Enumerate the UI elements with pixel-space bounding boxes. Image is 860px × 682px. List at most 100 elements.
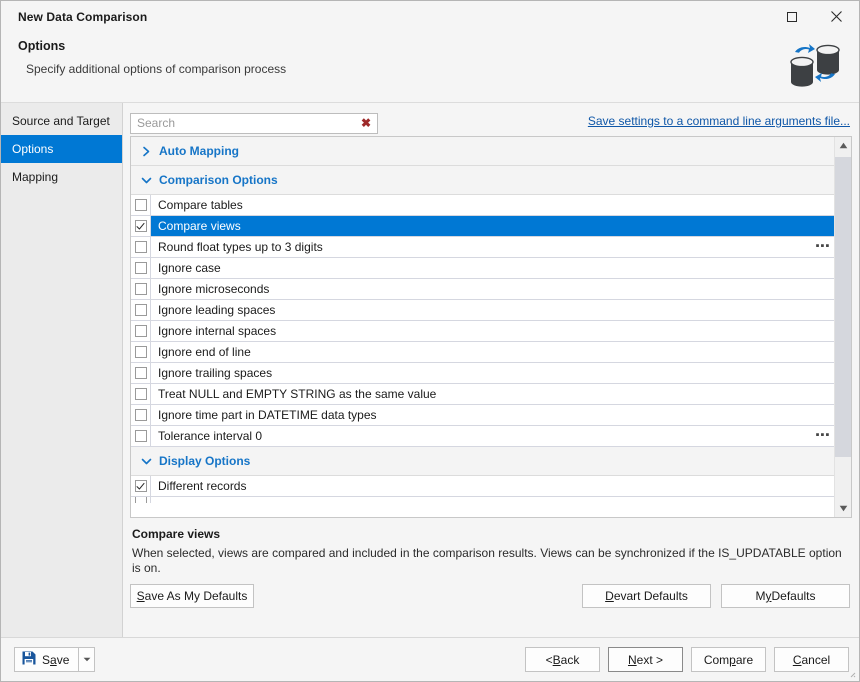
sidebar-item-source-and-target[interactable]: Source and Target <box>1 107 122 135</box>
resize-grip-icon[interactable] <box>846 668 856 678</box>
option-row-partially-visible[interactable] <box>131 497 834 503</box>
chevron-down-icon <box>139 173 153 187</box>
checkbox-compare-views[interactable] <box>134 220 147 232</box>
checkbox-ignore-case[interactable] <box>134 262 147 274</box>
save-as-my-defaults-button[interactable]: Save As My Defaults <box>130 584 254 608</box>
checkbox-partially-visible[interactable] <box>134 497 147 503</box>
floppy-disk-icon <box>22 651 36 668</box>
btn-text-post: ancel <box>801 652 831 667</box>
page-subtitle: Specify additional options of comparison… <box>26 62 287 76</box>
check-icon <box>136 222 145 229</box>
checkbox-ignore-microseconds[interactable] <box>134 283 147 295</box>
option-label: Ignore microseconds <box>158 282 270 296</box>
checkbox-cell <box>131 426 151 446</box>
wizard-nav-buttons: < Back Next > Com p are Cancel <box>525 647 849 672</box>
option-row-treat-null-and-empty-string[interactable]: Treat NULL and EMPTY STRING as the same … <box>131 384 834 405</box>
group-header-comparison-options[interactable]: Comparison Options <box>131 166 834 195</box>
save-button-label: Save <box>42 653 69 667</box>
options-list-scrollbar[interactable] <box>834 137 851 517</box>
group-header-auto-mapping[interactable]: Auto Mapping <box>131 137 834 166</box>
clear-search-icon[interactable]: ✖ <box>359 116 373 131</box>
ellipsis-button-tolerance-interval[interactable]: ▪▪▪ <box>812 426 834 446</box>
save-command-line-args-link[interactable]: Save settings to a command line argument… <box>588 114 850 128</box>
btn-accel: N <box>627 652 637 667</box>
option-row-ignore-microseconds[interactable]: Ignore microseconds <box>131 279 834 300</box>
btn-accel: C <box>792 652 802 667</box>
option-row-ignore-end-of-line[interactable]: Ignore end of line <box>131 342 834 363</box>
btn-text-post: are <box>735 652 754 667</box>
option-row-ignore-case[interactable]: Ignore case <box>131 258 834 279</box>
checkbox-ignore-end-of-line[interactable] <box>134 346 147 358</box>
next-button[interactable]: Next > <box>608 647 683 672</box>
option-row-ignore-leading-spaces[interactable]: Ignore leading spaces <box>131 300 834 321</box>
option-label: Ignore end of line <box>158 345 251 359</box>
option-row-ignore-time-part[interactable]: Ignore time part in DATETIME data types <box>131 405 834 426</box>
option-row-ignore-trailing-spaces[interactable]: Ignore trailing spaces <box>131 363 834 384</box>
btn-text-post: ave As My Defaults <box>144 589 248 603</box>
btn-text-post: ack <box>560 652 580 667</box>
btn-text-post: evart Defaults <box>613 589 688 603</box>
btn-text-pre: M <box>755 589 766 603</box>
group-label-comparison-options: Comparison Options <box>159 173 278 187</box>
scroll-up-icon[interactable] <box>835 137 851 154</box>
compare-button[interactable]: Com p are <box>691 647 766 672</box>
btn-accel: B <box>552 652 561 667</box>
maximize-icon[interactable] <box>769 1 814 32</box>
btn-accel: D <box>605 589 614 603</box>
devart-defaults-button[interactable]: Devart Defaults <box>582 584 711 608</box>
checkbox-ignore-internal-spaces[interactable] <box>134 325 147 337</box>
checkbox-ignore-time-part[interactable] <box>134 409 147 421</box>
btn-text-post: ve <box>56 652 70 667</box>
chevron-down-icon <box>139 454 153 468</box>
save-dropdown-button[interactable] <box>78 647 96 672</box>
option-row-round-float-types[interactable]: Round float types up to 3 digits ▪▪▪ <box>131 237 834 258</box>
my-defaults-button[interactable]: My Defaults <box>721 584 850 608</box>
checkbox-cell <box>131 405 151 425</box>
checkbox-round-float-types[interactable] <box>134 241 147 253</box>
sidebar-item-mapping[interactable]: Mapping <box>1 163 122 191</box>
option-row-compare-tables[interactable]: Compare tables <box>131 195 834 216</box>
checkbox-cell <box>131 237 151 257</box>
btn-text-pre: < <box>545 652 553 667</box>
checkbox-tolerance-interval[interactable] <box>134 430 147 442</box>
chevron-right-icon <box>139 144 153 158</box>
search-input[interactable] <box>131 114 377 132</box>
checkbox-compare-tables[interactable] <box>134 199 147 211</box>
checkbox-cell <box>131 300 151 320</box>
option-label: Ignore leading spaces <box>158 303 276 317</box>
checkbox-cell <box>131 195 151 215</box>
option-row-tolerance-interval[interactable]: Tolerance interval 0 ▪▪▪ <box>131 426 834 447</box>
save-button[interactable]: Save <box>14 647 79 672</box>
checkbox-cell <box>131 363 151 383</box>
title-bar: New Data Comparison <box>1 1 859 32</box>
checkbox-different-records[interactable] <box>134 480 147 492</box>
check-icon <box>136 482 145 489</box>
wizard-sidebar: Source and Target Options Mapping <box>1 103 123 637</box>
checkbox-ignore-leading-spaces[interactable] <box>134 304 147 316</box>
scrollbar-thumb[interactable] <box>835 157 851 457</box>
option-row-ignore-internal-spaces[interactable]: Ignore internal spaces <box>131 321 834 342</box>
option-label: Ignore internal spaces <box>158 324 277 338</box>
back-button[interactable]: < Back <box>525 647 600 672</box>
group-header-display-options[interactable]: Display Options <box>131 447 834 476</box>
description-title: Compare views <box>132 527 221 541</box>
checkbox-cell <box>131 476 151 496</box>
scrollbar-track[interactable] <box>835 154 851 500</box>
cancel-button[interactable]: Cancel <box>774 647 849 672</box>
new-data-comparison-dialog: New Data Comparison Options Specify addi… <box>0 0 860 682</box>
options-list-viewport: Auto Mapping Comparison Options Compare … <box>131 137 834 517</box>
checkbox-ignore-trailing-spaces[interactable] <box>134 367 147 379</box>
option-label: Compare views <box>151 216 834 236</box>
option-label: Round float types up to 3 digits <box>158 240 323 254</box>
checkbox-cell <box>131 216 151 236</box>
option-row-different-records[interactable]: Different records <box>131 476 834 497</box>
checkbox-treat-null-and-empty-string[interactable] <box>134 388 147 400</box>
sidebar-item-options[interactable]: Options <box>1 135 122 163</box>
group-label-display-options: Display Options <box>159 454 251 468</box>
close-icon[interactable] <box>814 1 859 32</box>
search-box[interactable]: ✖ <box>130 112 378 134</box>
ellipsis-button-round-float-types[interactable]: ▪▪▪ <box>812 237 834 257</box>
btn-accel: a <box>50 652 57 667</box>
option-row-compare-views[interactable]: Compare views <box>131 216 834 237</box>
scroll-down-icon[interactable] <box>835 500 851 517</box>
